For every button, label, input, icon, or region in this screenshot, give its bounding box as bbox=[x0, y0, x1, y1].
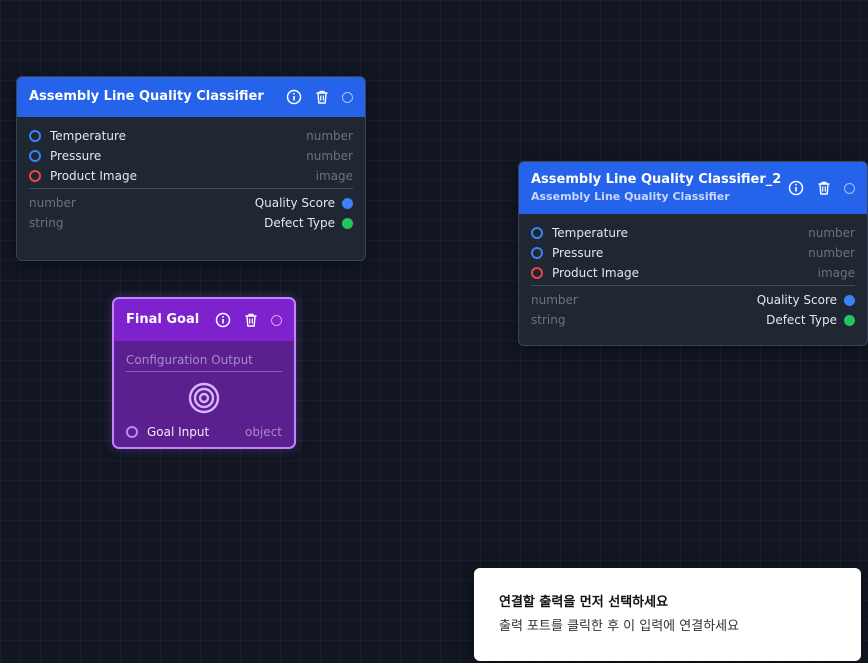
input-type: image bbox=[315, 169, 353, 183]
input-port[interactable] bbox=[531, 227, 543, 239]
status-ring-icon bbox=[271, 314, 282, 326]
output-port[interactable] bbox=[844, 294, 855, 306]
toast-message: 출력 포트를 클릭한 후 이 입력에 연결하세요 bbox=[499, 619, 740, 634]
goal-input-label: Goal Input bbox=[147, 425, 210, 439]
goal-header-text: Final Goal bbox=[126, 312, 213, 328]
input-port-row: Product Image image bbox=[29, 166, 353, 186]
info-icon[interactable] bbox=[284, 87, 304, 107]
node-body: Temperature number Pressure number Produ… bbox=[519, 214, 867, 330]
input-port[interactable] bbox=[29, 130, 41, 142]
input-port-row: Temperature number bbox=[29, 126, 353, 146]
info-icon[interactable] bbox=[786, 178, 806, 198]
goal-input-type: object bbox=[245, 425, 282, 439]
trash-icon[interactable] bbox=[312, 87, 332, 107]
divider bbox=[29, 188, 353, 189]
input-port[interactable] bbox=[531, 267, 543, 279]
node-actions bbox=[786, 178, 855, 198]
input-type: number bbox=[306, 129, 353, 143]
output-port-row: number Quality Score bbox=[531, 290, 855, 310]
goal-header[interactable]: Final Goal bbox=[114, 299, 294, 341]
input-port-row: Pressure number bbox=[29, 146, 353, 166]
node-title: Assembly Line Quality Classifier bbox=[29, 89, 264, 104]
input-port-row: Product Image image bbox=[531, 263, 855, 283]
output-port-row: string Defect Type bbox=[531, 310, 855, 330]
goal-input-port[interactable] bbox=[126, 426, 138, 438]
trash-icon[interactable] bbox=[241, 310, 261, 330]
node-actions bbox=[284, 87, 353, 107]
final-goal-node[interactable]: Final Goal Configuration Output Goal Inp… bbox=[112, 297, 296, 449]
input-port-row: Temperature number bbox=[531, 223, 855, 243]
output-label: Quality Score bbox=[254, 196, 335, 210]
input-type: number bbox=[808, 226, 855, 240]
classifier-node-1[interactable]: Assembly Line Quality Classifier Tempera… bbox=[16, 76, 366, 261]
toast-notification: 연결할 출력을 먼저 선택하세요 출력 포트를 클릭한 후 이 입력에 연결하세… bbox=[474, 568, 861, 661]
goal-input-row: Goal Input object bbox=[126, 422, 282, 442]
node-header[interactable]: Assembly Line Quality Classifier_2 Assem… bbox=[519, 162, 867, 214]
classifier-node-2[interactable]: Assembly Line Quality Classifier_2 Assem… bbox=[518, 161, 868, 346]
input-port-row: Pressure number bbox=[531, 243, 855, 263]
output-type: string bbox=[531, 313, 566, 327]
input-label: Product Image bbox=[552, 266, 639, 280]
goal-actions bbox=[213, 310, 282, 330]
goal-caption: Configuration Output bbox=[126, 353, 282, 372]
node-body: Temperature number Pressure number Produ… bbox=[17, 117, 365, 233]
input-type: number bbox=[306, 149, 353, 163]
output-port-row: string Defect Type bbox=[29, 213, 353, 233]
node-title: Assembly Line Quality Classifier_2 bbox=[531, 172, 782, 187]
toast-title: 연결할 출력을 먼저 선택하세요 bbox=[499, 595, 669, 610]
input-port[interactable] bbox=[29, 170, 41, 182]
output-label: Defect Type bbox=[264, 216, 335, 230]
input-type: number bbox=[808, 246, 855, 260]
trash-icon[interactable] bbox=[814, 178, 834, 198]
output-port[interactable] bbox=[342, 197, 353, 209]
output-port[interactable] bbox=[342, 217, 353, 229]
divider bbox=[531, 285, 855, 286]
goal-body: Configuration Output Goal Input object bbox=[114, 341, 294, 442]
status-ring-icon bbox=[342, 91, 353, 103]
input-label: Temperature bbox=[50, 129, 127, 143]
goal-title: Final Goal bbox=[126, 312, 200, 327]
node-header[interactable]: Assembly Line Quality Classifier bbox=[17, 77, 365, 117]
output-type: number bbox=[531, 293, 578, 307]
input-label: Pressure bbox=[50, 149, 102, 163]
output-type: string bbox=[29, 216, 64, 230]
target-icon bbox=[126, 382, 282, 414]
input-port[interactable] bbox=[29, 150, 41, 162]
output-type: number bbox=[29, 196, 76, 210]
input-type: image bbox=[817, 266, 855, 280]
output-port-row: number Quality Score bbox=[29, 193, 353, 213]
node-header-text: Assembly Line Quality Classifier bbox=[29, 89, 284, 105]
node-header-text: Assembly Line Quality Classifier_2 Assem… bbox=[531, 172, 786, 204]
output-label: Quality Score bbox=[756, 293, 837, 307]
input-label: Product Image bbox=[50, 169, 137, 183]
status-ring-icon bbox=[844, 182, 855, 194]
input-label: Temperature bbox=[552, 226, 629, 240]
input-port[interactable] bbox=[531, 247, 543, 259]
node-subtitle: Assembly Line Quality Classifier bbox=[531, 190, 730, 203]
input-label: Pressure bbox=[552, 246, 604, 260]
info-icon[interactable] bbox=[213, 310, 233, 330]
output-label: Defect Type bbox=[766, 313, 837, 327]
output-port[interactable] bbox=[844, 314, 855, 326]
